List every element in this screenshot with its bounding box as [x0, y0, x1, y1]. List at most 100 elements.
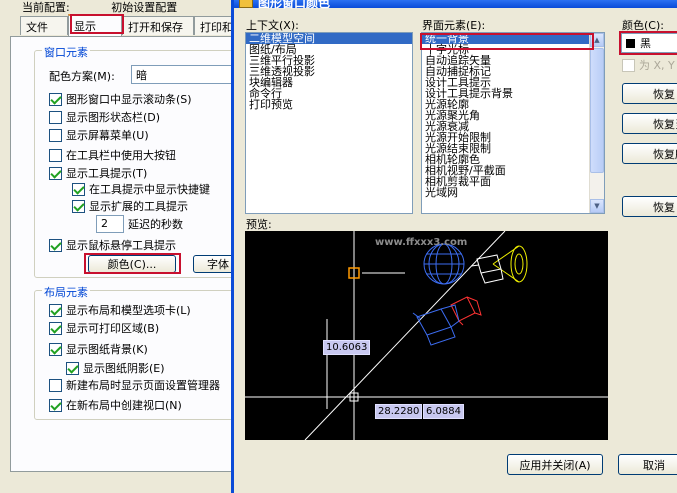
restore-all-contexts-button[interactable]: 恢复所: [622, 143, 677, 164]
scroll-thumb[interactable]: [590, 48, 604, 173]
checkbox-paper-background[interactable]: 显示图纸背景(K): [49, 341, 148, 357]
context-listbox[interactable]: 二维模型空间 图纸/布局 三维平行投影 三维透视投影 块编辑器 命令行 打印预览: [245, 32, 413, 214]
color-scheme-value: 暗: [136, 68, 147, 82]
scroll-up-icon[interactable]: ▲: [590, 33, 604, 47]
checkbox-show-screen-menu[interactable]: 显示屏幕菜单(U): [49, 127, 149, 143]
checkbox-label: 显示鼠标悬停工具提示: [66, 239, 176, 252]
checkbox-box[interactable]: [622, 58, 635, 72]
tab-plot-label: 打印和: [200, 21, 232, 34]
checkbox-large-buttons[interactable]: 在工具栏中使用大按钮: [49, 147, 176, 163]
checkbox-box[interactable]: [49, 166, 62, 180]
checkbox-create-viewport[interactable]: 在新布局中创建视口(N): [49, 397, 182, 413]
checkbox-tooltip-shortcuts[interactable]: 在工具提示中显示快捷键: [72, 181, 210, 197]
checkbox-box[interactable]: [72, 199, 85, 213]
interface-element-list-item[interactable]: 光域网: [422, 187, 604, 198]
preview-canvas: www.ffxxx3.com 10.6063 28.2280 6.0884: [245, 231, 608, 440]
camera-frustum-icon: [412, 304, 460, 346]
current-config-value: 初始设置配置: [111, 1, 178, 14]
dynamic-input-distance: 10.6063: [323, 340, 371, 355]
dialog-title: 图形窗口颜色: [258, 0, 331, 10]
checkbox-label: 为 X, Y: [639, 59, 675, 72]
element-list-scrollbar[interactable]: ▲ ▼: [589, 33, 604, 213]
delay-seconds-label: 延迟的秒数: [128, 218, 183, 231]
app-icon: [239, 0, 253, 8]
layout-elements-title: 布局元素: [42, 284, 90, 300]
web-light-sphere-icon: [423, 243, 465, 285]
tab-files[interactable]: 文件: [20, 16, 68, 35]
current-config: 当前配置: 初始设置配置: [22, 0, 177, 15]
checkbox-label: 图形窗口中显示滚动条(S): [66, 93, 192, 106]
options-dialog: 当前配置: 初始设置配置 文件 显示 打开和保存 打印和 窗口元素 配色方案(M…: [0, 0, 232, 493]
checkbox-box[interactable]: [49, 148, 62, 162]
checkbox-box[interactable]: [49, 238, 62, 252]
color-label: 颜色(C):: [622, 19, 664, 32]
restore-element-button[interactable]: 恢复: [622, 83, 677, 104]
checkbox-box[interactable]: [66, 361, 79, 375]
checkbox-label: 显示图纸阴影(E): [83, 362, 165, 375]
color-scheme-select[interactable]: 暗: [131, 65, 232, 84]
checkbox-label: 显示工具提示(T): [66, 167, 148, 180]
checkbox-label: 显示图纸背景(K): [66, 343, 148, 356]
color-select[interactable]: 黑: [621, 33, 677, 53]
checkbox-show-scrollbars[interactable]: 图形窗口中显示滚动条(S): [49, 91, 192, 107]
color-value: 黑: [640, 37, 651, 50]
color-swatch: [626, 39, 635, 48]
checkbox-show-tooltips[interactable]: 显示工具提示(T): [49, 165, 147, 181]
context-list-item[interactable]: 打印预览: [246, 99, 412, 110]
checkbox-box[interactable]: [49, 342, 62, 356]
checkbox-page-setup-manager[interactable]: 新建布局时显示页面设置管理器: [49, 377, 220, 393]
tab-display[interactable]: 显示: [68, 14, 122, 36]
window-elements-title: 窗口元素: [42, 44, 90, 60]
dynamic-input-x: 28.2280: [375, 404, 423, 419]
checkbox-rollover-tooltips[interactable]: 显示鼠标悬停工具提示: [49, 237, 176, 253]
context-label: 上下文(X):: [246, 19, 299, 32]
interface-element-label: 界面元素(E):: [422, 19, 486, 32]
spotlight-icon: [492, 245, 528, 283]
checkbox-label: 显示可打印区域(B): [66, 322, 160, 335]
checkbox-box[interactable]: [49, 378, 62, 392]
checkbox-box[interactable]: [72, 182, 85, 196]
checkbox-box[interactable]: [49, 128, 62, 142]
tab-files-label: 文件: [26, 21, 48, 34]
watermark-text: www.ffxxx3.com: [375, 237, 468, 248]
checkbox-show-status-bar[interactable]: 显示图形状态栏(D): [49, 109, 160, 125]
fonts-button[interactable]: 字体: [193, 255, 232, 273]
checkbox-label: 在工具提示中显示快捷键: [89, 183, 210, 196]
spotlight-body-icon: [470, 254, 504, 284]
tab-plot[interactable]: 打印和: [194, 16, 232, 35]
checkbox-label: 新建布局时显示页面设置管理器: [66, 379, 220, 392]
preview-label: 预览:: [246, 218, 272, 231]
checkbox-label: 在新布局中创建视口(N): [66, 399, 182, 412]
camera-icon: [450, 296, 482, 326]
checkbox-label: 显示屏幕菜单(U): [66, 129, 149, 142]
checkbox-label: 显示布局和模型选项卡(L): [66, 304, 191, 317]
restore-classic-button[interactable]: 恢复: [622, 196, 677, 217]
restore-context-button[interactable]: 恢复当: [622, 113, 677, 134]
color-scheme-label: 配色方案(M):: [49, 70, 115, 83]
checkbox-extended-tooltips[interactable]: 显示扩展的工具提示: [72, 198, 188, 214]
checkbox-label: 显示图形状态栏(D): [66, 111, 161, 124]
current-config-label: 当前配置:: [22, 1, 70, 14]
checkbox-box[interactable]: [49, 110, 62, 124]
tab-open-save-label: 打开和保存: [128, 21, 183, 34]
checkbox-label: 在工具栏中使用大按钮: [66, 149, 176, 162]
tab-display-label: 显示: [74, 20, 96, 33]
checkbox-printable-area[interactable]: 显示可打印区域(B): [49, 320, 159, 336]
checkbox-layout-tabs[interactable]: 显示布局和模型选项卡(L): [49, 302, 191, 318]
interface-element-listbox[interactable]: 统一背景 十字光标 自动追踪矢量 自动捕捉标记 设计工具提示 设计工具提示背景 光源轮廓 光源…: [421, 32, 605, 214]
drawing-window-colors-dialog: 图形窗口颜色 上下文(X): 二维模型空间 图纸/布局 三维平行投影 三维透视投影 块编…: [231, 0, 677, 493]
tab-open-save[interactable]: 打开和保存: [122, 16, 194, 35]
colors-button[interactable]: 颜色(C)...: [88, 255, 176, 273]
checkbox-box[interactable]: [49, 303, 62, 317]
dynamic-input-y: 6.0884: [423, 404, 464, 419]
scroll-down-icon[interactable]: ▼: [590, 199, 604, 213]
delay-seconds-input[interactable]: 2: [96, 215, 124, 233]
checkbox-box[interactable]: [49, 92, 62, 106]
cancel-button[interactable]: 取消: [618, 454, 677, 475]
apply-close-button[interactable]: 应用并关闭(A): [507, 454, 603, 475]
checkbox-box[interactable]: [49, 321, 62, 335]
checkbox-tint-xyz[interactable]: 为 X, Y: [622, 57, 675, 73]
checkbox-label: 显示扩展的工具提示: [89, 200, 188, 213]
checkbox-paper-shadow[interactable]: 显示图纸阴影(E): [66, 360, 165, 376]
checkbox-box[interactable]: [49, 398, 62, 412]
